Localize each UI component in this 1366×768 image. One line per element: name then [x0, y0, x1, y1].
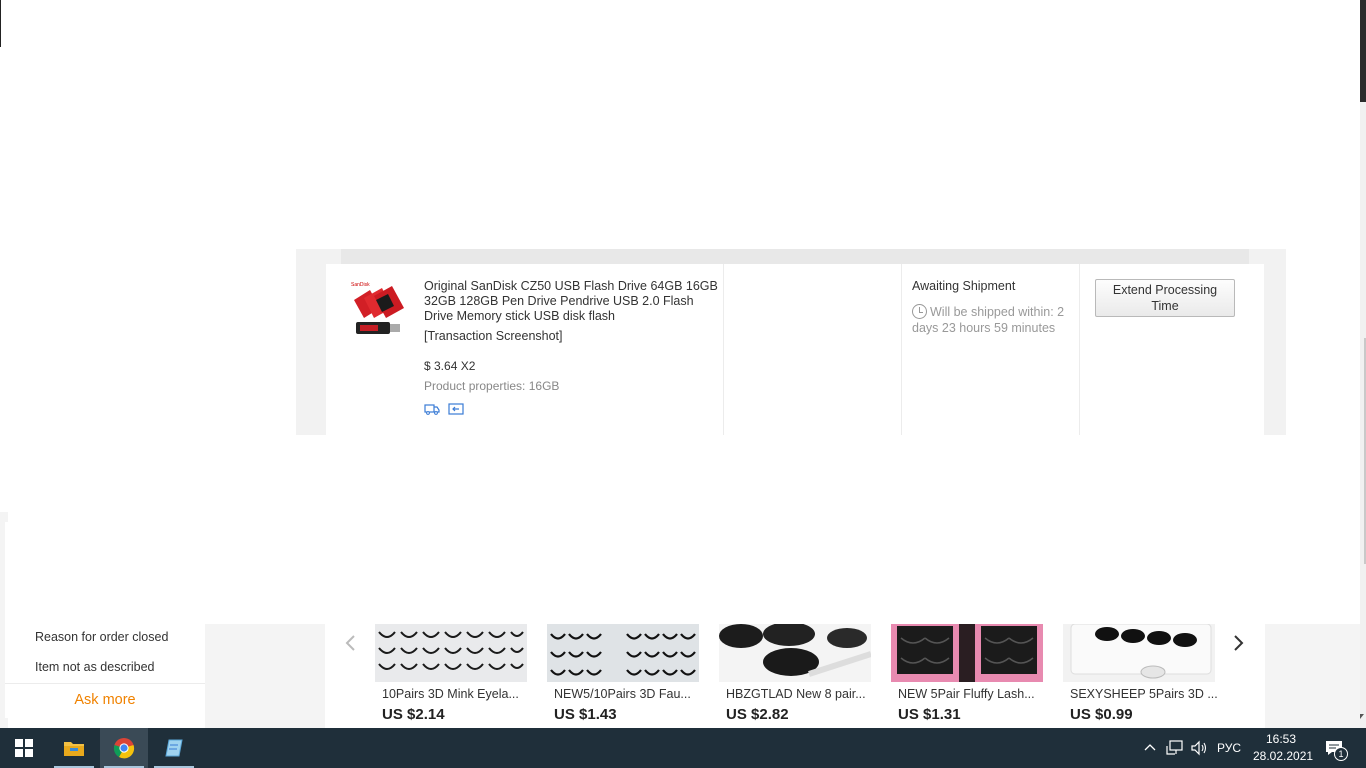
recommended-product-card[interactable]: SEXYSHEEP 5Pairs 3D ... US $0.99 — [1063, 624, 1218, 728]
volume-icon[interactable] — [1190, 740, 1208, 756]
recommended-product-card[interactable]: NEW5/10Pairs 3D Fau... US $1.43 — [547, 624, 699, 728]
recommended-product-price: US $1.43 — [554, 706, 617, 723]
product-properties: Product properties: 16GB — [424, 379, 560, 393]
reason-value: Item not as described — [35, 660, 155, 674]
product-image[interactable] — [719, 624, 871, 682]
reason-box-backdrop — [205, 624, 325, 728]
order-panel: SanDisk Original SanDisk CZ50 USB Flash … — [296, 249, 1286, 435]
order-closed-reason-box: Reason for order closed Item not as desc… — [5, 522, 205, 718]
product-title-link[interactable]: Original SanDisk CZ50 USB Flash Drive 64… — [424, 279, 719, 324]
column-divider — [723, 264, 724, 435]
start-button[interactable] — [0, 728, 48, 768]
network-icon[interactable] — [1166, 740, 1184, 756]
product-thumbnail[interactable]: SanDisk — [350, 278, 408, 340]
taskbar-file-explorer[interactable] — [50, 728, 98, 768]
order-header-bar — [341, 249, 1249, 264]
recommended-product-name[interactable]: SEXYSHEEP 5Pairs 3D ... — [1070, 687, 1218, 701]
taskbar-notepad[interactable] — [150, 728, 198, 768]
language-indicator[interactable]: РУС — [1217, 741, 1241, 755]
return-icon[interactable] — [448, 403, 464, 415]
recommended-product-price: US $0.99 — [1070, 706, 1133, 723]
recommended-product-name[interactable]: HBZGTLAD New 8 pair... — [726, 687, 866, 701]
recommended-product-name[interactable]: NEW 5Pair Fluffy Lash... — [898, 687, 1035, 701]
windows-start-icon[interactable] — [15, 739, 33, 757]
windows-taskbar: РУС 16:53 28.02.2021 1 — [0, 728, 1366, 768]
text-cursor — [0, 0, 1, 47]
taskbar-chrome[interactable] — [100, 728, 148, 768]
recommended-product-price: US $2.82 — [726, 706, 789, 723]
browser-viewport: SanDisk Original SanDisk CZ50 USB Flash … — [0, 0, 1366, 728]
arrow-left-icon[interactable] — [341, 632, 361, 654]
column-divider — [1079, 264, 1080, 435]
thumb-brand-text: SanDisk — [351, 282, 370, 288]
ask-more-link[interactable]: Ask more — [5, 692, 205, 708]
order-status: Awaiting Shipment — [912, 279, 1016, 293]
transaction-screenshot-link[interactable]: [Transaction Screenshot] — [424, 329, 563, 343]
order-item-row: SanDisk Original SanDisk CZ50 USB Flash … — [326, 264, 1264, 435]
recommended-product-card[interactable]: HBZGTLAD New 8 pair... US $2.82 — [719, 624, 871, 728]
chrome-icon[interactable] — [113, 737, 135, 759]
recommended-product-card[interactable]: NEW 5Pair Fluffy Lash... US $1.31 — [891, 624, 1043, 728]
reason-divider — [5, 683, 205, 684]
file-explorer-icon[interactable] — [63, 739, 85, 757]
product-image[interactable] — [891, 624, 1043, 682]
arrow-right-icon[interactable] — [1228, 632, 1248, 654]
recommended-product-name[interactable]: 10Pairs 3D Mink Eyela... — [382, 687, 519, 701]
recommended-product-card[interactable]: 10Pairs 3D Mink Eyela... US $2.14 — [375, 624, 527, 728]
product-image[interactable] — [375, 624, 527, 682]
notepad-icon[interactable] — [164, 738, 184, 758]
column-divider — [901, 264, 902, 435]
clock-time[interactable]: 16:53 — [1266, 732, 1296, 746]
clock-icon — [912, 304, 927, 319]
shipping-countdown-text: Will be shipped within: 2 days 23 hours … — [912, 305, 1065, 335]
recommended-product-price: US $2.14 — [382, 706, 445, 723]
product-image[interactable] — [1063, 624, 1215, 682]
page-scrollbar[interactable] — [1356, 0, 1366, 728]
scrollbar-thumb[interactable] — [1360, 0, 1366, 102]
shipping-icon[interactable] — [424, 403, 440, 415]
shipping-countdown: Will be shipped within: 2 days 23 hours … — [912, 304, 1080, 336]
reason-label: Reason for order closed — [35, 630, 169, 644]
chevron-up-icon[interactable] — [1144, 742, 1156, 752]
product-image[interactable] — [547, 624, 699, 682]
notification-badge: 1 — [1334, 747, 1348, 761]
product-price: $ 3.64 X2 — [424, 359, 476, 373]
clock-date[interactable]: 28.02.2021 — [1253, 749, 1313, 763]
extend-processing-time-button[interactable]: Extend Processing Time — [1095, 279, 1235, 317]
recommendation-side-backdrop — [1265, 624, 1360, 728]
recommended-product-name[interactable]: NEW5/10Pairs 3D Fau... — [554, 687, 691, 701]
recommended-product-price: US $1.31 — [898, 706, 961, 723]
